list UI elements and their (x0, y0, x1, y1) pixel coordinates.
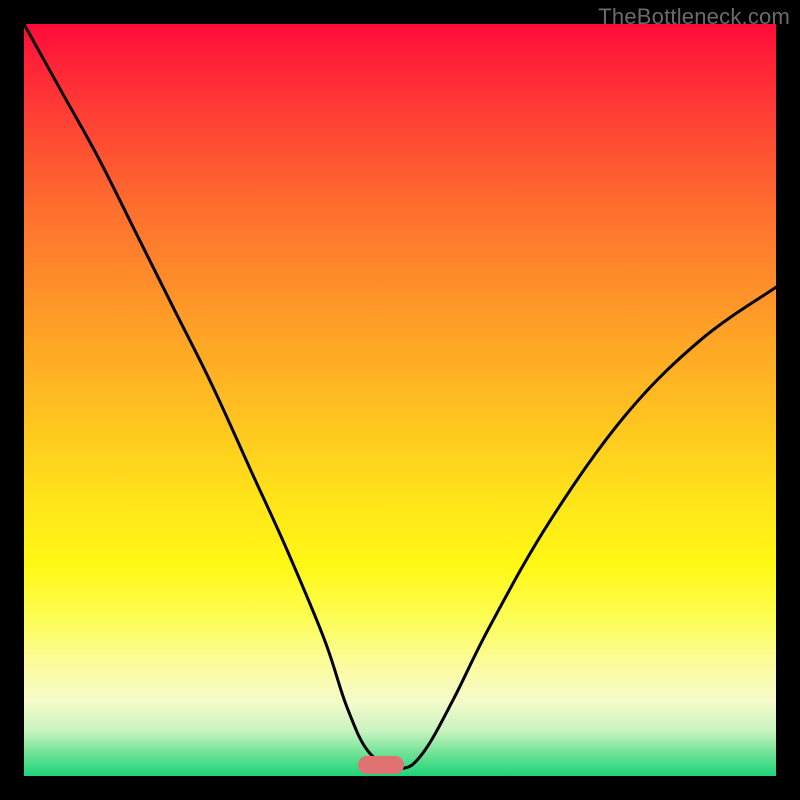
watermark-text: TheBottleneck.com (598, 4, 790, 30)
bottleneck-curve (24, 24, 776, 776)
curve-path (24, 24, 776, 769)
optimal-marker (358, 756, 404, 774)
chart-frame: TheBottleneck.com (0, 0, 800, 800)
plot-area (24, 24, 776, 776)
